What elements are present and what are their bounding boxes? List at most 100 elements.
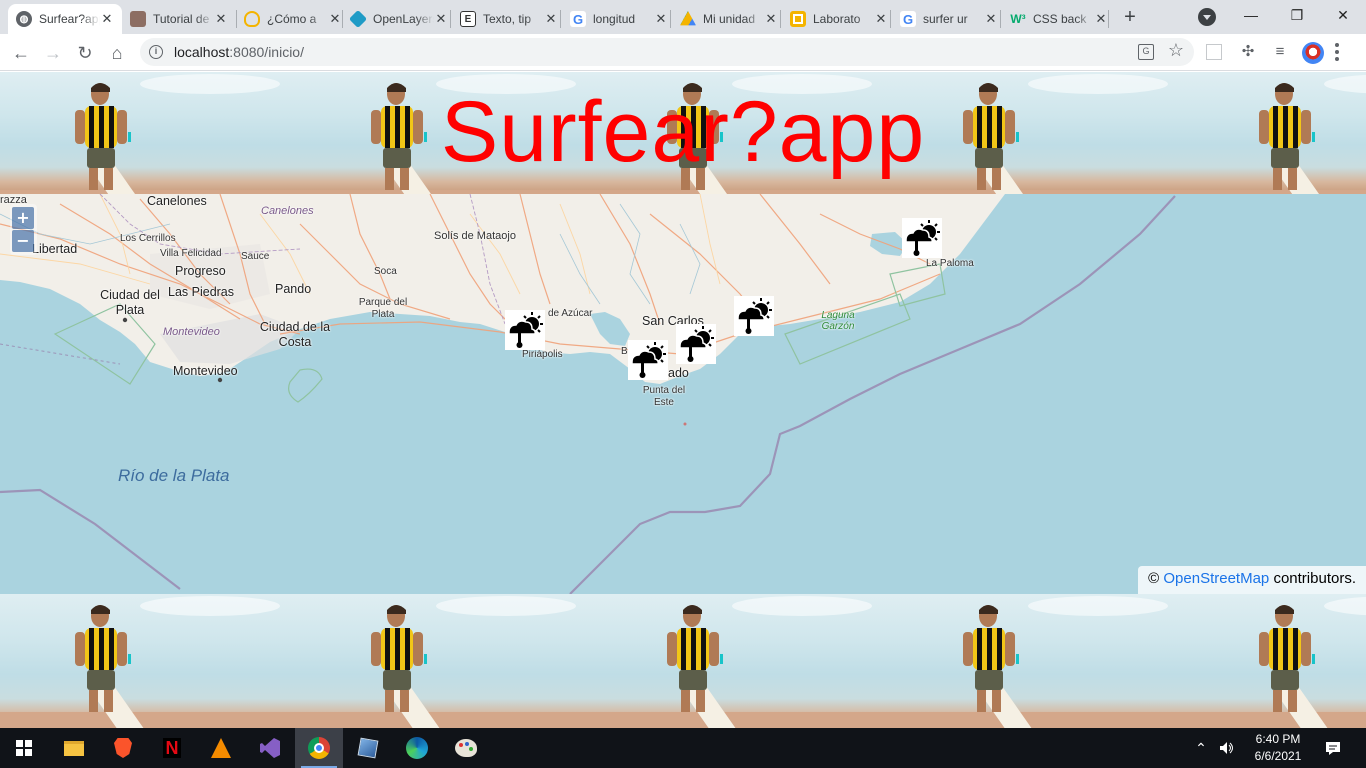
weather-icon — [676, 324, 716, 364]
weather-marker-punta-del-este[interactable] — [628, 340, 668, 380]
tab-title: Laborato — [813, 12, 861, 26]
forward-arrow-icon[interactable]: → — [40, 40, 66, 66]
tray-chevron-icon[interactable]: ⌃ — [1190, 728, 1212, 768]
minimize-button[interactable]: — — [1228, 2, 1274, 30]
weather-marker-manantiales[interactable] — [676, 324, 716, 364]
map-label: Pando — [275, 282, 312, 296]
close-icon[interactable]: ✕ — [874, 11, 888, 27]
paint-icon[interactable] — [442, 728, 490, 768]
map-label: Libertad — [32, 242, 78, 256]
tab-texto[interactable]: E Texto, tip ✕ — [452, 4, 566, 34]
close-icon[interactable]: ✕ — [764, 11, 778, 27]
tab-separator — [1108, 10, 1109, 28]
map-label: Las Piedras — [168, 285, 235, 299]
page-title: Surfear?app — [440, 84, 926, 180]
home-icon[interactable]: ⌂ — [104, 40, 130, 66]
close-icon[interactable]: ✕ — [328, 11, 342, 27]
close-icon[interactable]: ✕ — [984, 11, 998, 27]
virtualbox-icon[interactable] — [344, 728, 392, 768]
map-label: Laguna Garzón — [821, 310, 855, 332]
zoom-out-button[interactable]: − — [12, 230, 34, 252]
surfer-photo — [592, 596, 888, 728]
puzzle-icon[interactable]: ✣ — [1238, 42, 1258, 62]
weather-marker-piriapolis[interactable] — [505, 310, 545, 350]
globe-icon: ◍ — [16, 11, 32, 27]
system-clock[interactable]: 6:40 PM 6/6/2021 — [1246, 731, 1310, 765]
browser-toolbar: ← → ↻ ⌂ i localhost:8080/inicio/ G ☆ ✣ ≡ — [0, 34, 1366, 71]
tab-mi-unidad[interactable]: Mi unidad ✕ — [672, 4, 786, 34]
close-icon[interactable]: ✕ — [100, 11, 114, 27]
openstreetmap-link[interactable]: OpenStreetMap — [1163, 570, 1269, 587]
tab-title: surfer ur — [923, 12, 968, 26]
close-window-button[interactable]: ✕ — [1320, 2, 1366, 30]
close-icon[interactable]: ✕ — [214, 11, 228, 27]
vlc-icon[interactable] — [197, 728, 245, 768]
map-label: Parque del Plata — [358, 297, 408, 320]
tab-como[interactable]: ¿Cómo a ✕ — [236, 4, 350, 34]
zoom-in-button[interactable]: + — [12, 207, 34, 229]
surfer-photo — [0, 596, 296, 728]
map-label: Montevideo — [173, 364, 238, 378]
map-view[interactable]: razza Canelones Canelones Solís de Matao… — [0, 194, 1366, 594]
background-photo-tile — [296, 594, 592, 728]
map-label: Soca — [374, 266, 397, 277]
map-label: Canelones — [147, 194, 207, 208]
e-icon: E — [460, 11, 476, 27]
tab-openlayers[interactable]: OpenLayers ✕ — [342, 4, 456, 34]
background-photo-tile — [1184, 594, 1366, 728]
volume-icon[interactable] — [1216, 728, 1238, 768]
map-label: Piriápolis — [522, 349, 563, 360]
tab-separator — [670, 10, 671, 28]
translate-icon[interactable]: G — [1138, 44, 1154, 60]
google-icon: G — [900, 11, 916, 27]
background-band-bottom — [0, 594, 1366, 728]
tab-laboratorio[interactable]: Laborato ✕ — [782, 4, 896, 34]
close-icon[interactable]: ✕ — [1094, 11, 1108, 27]
file-explorer-icon[interactable] — [50, 728, 98, 768]
new-tab-button[interactable]: + — [1118, 6, 1142, 30]
weather-icon — [505, 310, 545, 350]
tab-tutorial[interactable]: Tutorial de ✕ — [122, 4, 236, 34]
background-photo-tile — [888, 594, 1184, 728]
restore-button[interactable]: ❐ — [1274, 2, 1320, 30]
profile-avatar[interactable] — [1302, 42, 1324, 64]
extension-icon[interactable] — [1206, 44, 1222, 60]
close-icon[interactable]: ✕ — [654, 11, 668, 27]
zoom-control: + − — [10, 204, 37, 255]
lightbulb-icon — [244, 11, 260, 27]
close-icon[interactable]: ✕ — [434, 11, 448, 27]
weather-marker-la-paloma[interactable] — [902, 218, 942, 258]
visual-studio-icon[interactable] — [246, 728, 294, 768]
tab-css[interactable]: W³ CSS back ✕ — [1002, 4, 1116, 34]
tab-separator — [780, 10, 781, 28]
clock-time: 6:40 PM — [1255, 732, 1301, 746]
map-label: La Paloma — [926, 258, 974, 269]
bookmark-star-icon[interactable]: ☆ — [1168, 40, 1184, 61]
chrome-icon[interactable] — [295, 728, 343, 768]
edge-icon[interactable] — [393, 728, 441, 768]
back-arrow-icon[interactable]: ← — [8, 40, 34, 66]
url-text[interactable]: localhost:8080/inicio/ — [174, 44, 304, 60]
start-button[interactable] — [0, 728, 48, 768]
reload-icon[interactable]: ↻ — [72, 40, 98, 66]
weather-marker-jose-ignacio[interactable] — [734, 296, 774, 336]
info-icon[interactable]: i — [149, 45, 163, 59]
windows-logo-icon — [16, 740, 32, 756]
tab-separator — [450, 10, 451, 28]
map-label: Canelones — [261, 205, 314, 217]
tab-search-icon[interactable] — [1198, 8, 1216, 26]
menu-icon[interactable] — [1335, 43, 1339, 61]
address-bar[interactable]: i localhost:8080/inicio/ G ☆ — [140, 38, 1194, 66]
brave-icon[interactable] — [99, 728, 147, 768]
close-icon[interactable]: ✕ — [544, 11, 558, 27]
windows-taskbar: N ⌃ 6:40 PM 6/6/2021 — [0, 728, 1366, 768]
netflix-icon[interactable]: N — [148, 728, 196, 768]
notifications-icon[interactable] — [1318, 728, 1348, 768]
tab-surfer[interactable]: G surfer ur ✕ — [892, 4, 1006, 34]
map-label: Río de la Plata — [118, 466, 230, 485]
media-queue-icon[interactable]: ≡ — [1270, 42, 1290, 62]
map-attribution: © OpenStreetMap contributors. — [1138, 566, 1366, 594]
background-photo-tile — [592, 594, 888, 728]
tab-longitud[interactable]: G longitud ✕ — [562, 4, 676, 34]
tab-surfear[interactable]: ◍ Surfear?app ✕ — [8, 4, 122, 34]
